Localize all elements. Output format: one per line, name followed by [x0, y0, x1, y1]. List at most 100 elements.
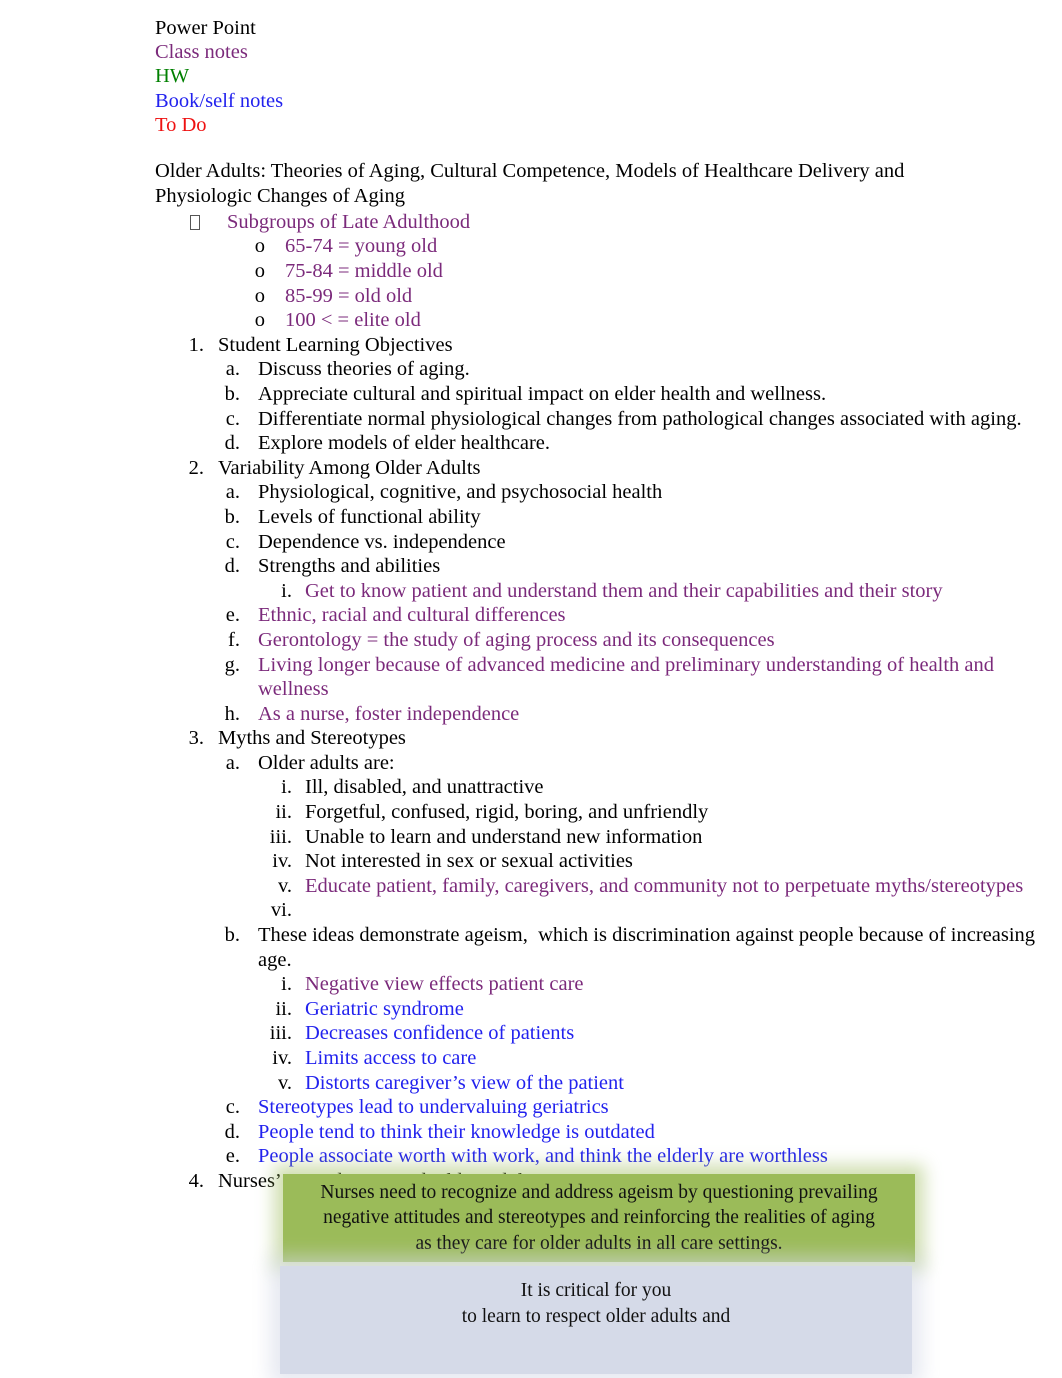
page-title: Older Adults: Theories of Aging, Cultura…	[155, 160, 905, 208]
list-marker: 2.	[188, 456, 204, 479]
subgroups-heading-label: Subgroups of Late Adulthood	[227, 210, 471, 233]
list-item: iii. Unable to learn and understand new …	[155, 825, 1045, 850]
list-item-label: Educate patient, family, caregivers, and…	[305, 874, 1024, 897]
list-item: v. Educate patient, family, caregivers, …	[155, 874, 1045, 899]
blue-callout-text: It is critical for you to learn to respe…	[461, 1280, 731, 1327]
subgroups-heading-row: Subgroups of Late Adulthood	[155, 210, 1045, 235]
list-marker: a.	[225, 751, 240, 774]
list-item: ii. Forgetful, confused, rigid, boring, …	[155, 800, 1045, 825]
list-marker: a.	[225, 358, 240, 381]
green-callout-box: Nurses need to recognize and address age…	[283, 1174, 915, 1262]
legend-item-class-notes: Class notes	[155, 41, 248, 64]
list-item: c. Stereotypes lead to undervaluing geri…	[155, 1095, 1045, 1120]
green-callout-text: Nurses need to recognize and address age…	[320, 1181, 878, 1254]
list-marker: d.	[224, 1120, 240, 1143]
list-item: i. Get to know patient and understand th…	[155, 579, 1045, 604]
list-marker: i.	[281, 776, 292, 799]
list-marker: v.	[277, 1071, 292, 1094]
list-item-label: Living longer because of advanced medici…	[258, 653, 1000, 701]
list-item-label: Appreciate cultural and spiritual impact…	[258, 382, 827, 405]
list-item-label: Dependence vs. independence	[258, 530, 506, 553]
list-item-label: Variability Among Older Adults	[218, 456, 481, 479]
list-item: 1. Student Learning Objectives	[155, 333, 1045, 358]
list-item-label: As a nurse, foster independence	[258, 702, 520, 725]
legend-item-book-self-notes: Book/self notes	[155, 89, 284, 112]
list-item: 3. Myths and Stereotypes	[155, 726, 1045, 751]
list-marker: g.	[224, 653, 240, 676]
list-item: e. Ethnic, racial and cultural differenc…	[155, 603, 1045, 628]
list-item: e. People associate worth with work, and…	[155, 1144, 1045, 1169]
list-marker: 3.	[188, 727, 204, 750]
list-marker: vi.	[270, 899, 292, 922]
list-item-label: Student Learning Objectives	[218, 333, 453, 356]
list-item: v. Distorts caregiver’s view of the pati…	[155, 1071, 1045, 1096]
list-item-label: Discuss theories of aging.	[258, 358, 470, 381]
list-marker: i.	[281, 579, 292, 602]
list-item: iv. Limits access to care	[155, 1046, 1045, 1071]
list-item-label: Forgetful, confused, rigid, boring, and …	[305, 801, 709, 824]
list-item-label: Unable to learn and understand new infor…	[305, 825, 703, 848]
list-item-label: Limits access to care	[305, 1047, 477, 1070]
list-marker: d.	[224, 555, 240, 578]
list-item-label: Not interested in sex or sexual activiti…	[305, 850, 633, 873]
list-item-label: Negative view effects patient care	[305, 973, 584, 996]
list-item-label: 75-84 = middle old	[285, 260, 443, 283]
list-item: 2. Variability Among Older Adults	[155, 456, 1045, 481]
list-item-label: 85-99 = old old	[285, 284, 413, 307]
list-marker: d.	[224, 432, 240, 455]
list-item: b. Levels of functional ability	[155, 505, 1045, 530]
list-item-label: These ideas demonstrate ageism, which is…	[258, 924, 1041, 971]
list-item-label: Ethnic, racial and cultural differences	[258, 604, 566, 627]
list-item-label: Stereotypes lead to undervaluing geriatr…	[258, 1096, 609, 1119]
list-marker: o	[254, 284, 265, 307]
list-item: b. These ideas demonstrate ageism, which…	[155, 923, 1045, 972]
list-item-label: Physiological, cognitive, and psychosoci…	[258, 481, 663, 504]
list-item-label: Levels of functional ability	[258, 505, 481, 528]
list-item: d. People tend to think their knowledge …	[155, 1120, 1045, 1145]
list-item: a. Older adults are:	[155, 751, 1045, 776]
list-item-empty: vi.	[155, 898, 1045, 923]
list-item-label: People tend to think their knowledge is …	[258, 1120, 655, 1143]
green-callout-surface: Nurses need to recognize and address age…	[283, 1174, 915, 1262]
list-item: a. Discuss theories of aging.	[155, 357, 1045, 382]
list-item-label: Ill, disabled, and unattractive	[305, 776, 544, 799]
list-item-label: Decreases confidence of patients	[305, 1022, 575, 1045]
list-item-label: 65-74 = young old	[285, 235, 438, 258]
list-item-label: Geriatric syndrome	[305, 997, 464, 1020]
document-body: Power Point Class notes HW Book/self not…	[155, 16, 1045, 1194]
list-marker: iii.	[269, 825, 292, 848]
list-item-label: Gerontology = the study of aging process…	[258, 628, 775, 651]
list-marker: v.	[277, 874, 292, 897]
list-item: i. Ill, disabled, and unattractive	[155, 775, 1045, 800]
list-item: b. Appreciate cultural and spiritual imp…	[155, 382, 1045, 407]
list-marker: e.	[225, 1145, 240, 1168]
list-item-label: Myths and Stereotypes	[218, 727, 406, 750]
list-marker: 1.	[188, 333, 204, 356]
list-item-label: People associate worth with work, and th…	[258, 1145, 828, 1168]
legend-item-to-do: To Do	[155, 113, 207, 136]
list-marker: ii.	[275, 997, 292, 1020]
list-marker: i.	[281, 973, 292, 996]
list-item-label: Explore models of elder healthcare.	[258, 432, 550, 455]
list-marker: o	[254, 235, 265, 258]
section-3: 3. Myths and Stereotypes a. Older adults…	[155, 726, 1045, 1169]
list-marker: c.	[225, 407, 240, 430]
section-1: 1. Student Learning Objectives a. Discus…	[155, 333, 1045, 456]
list-marker: iv.	[272, 1047, 292, 1070]
list-item: g. Living longer because of advanced med…	[155, 653, 1045, 702]
list-marker: e.	[225, 604, 240, 627]
section-2: 2. Variability Among Older Adults a. Phy…	[155, 456, 1045, 727]
list-marker: c.	[225, 1096, 240, 1119]
list-item: a. Physiological, cognitive, and psychos…	[155, 480, 1045, 505]
list-item: c. Differentiate normal physiological ch…	[155, 407, 1045, 432]
color-legend: Power Point Class notes HW Book/self not…	[155, 16, 1045, 137]
blue-callout-box: It is critical for you to learn to respe…	[280, 1266, 912, 1374]
list-marker: h.	[224, 702, 240, 725]
list-item-label: Older adults are:	[258, 751, 395, 774]
list-marker: a.	[225, 481, 240, 504]
list-marker: iii.	[269, 1022, 292, 1045]
list-marker: b.	[224, 382, 240, 405]
list-item: o 85-99 = old old	[155, 284, 1045, 309]
list-item: d. Strengths and abilities	[155, 554, 1045, 579]
